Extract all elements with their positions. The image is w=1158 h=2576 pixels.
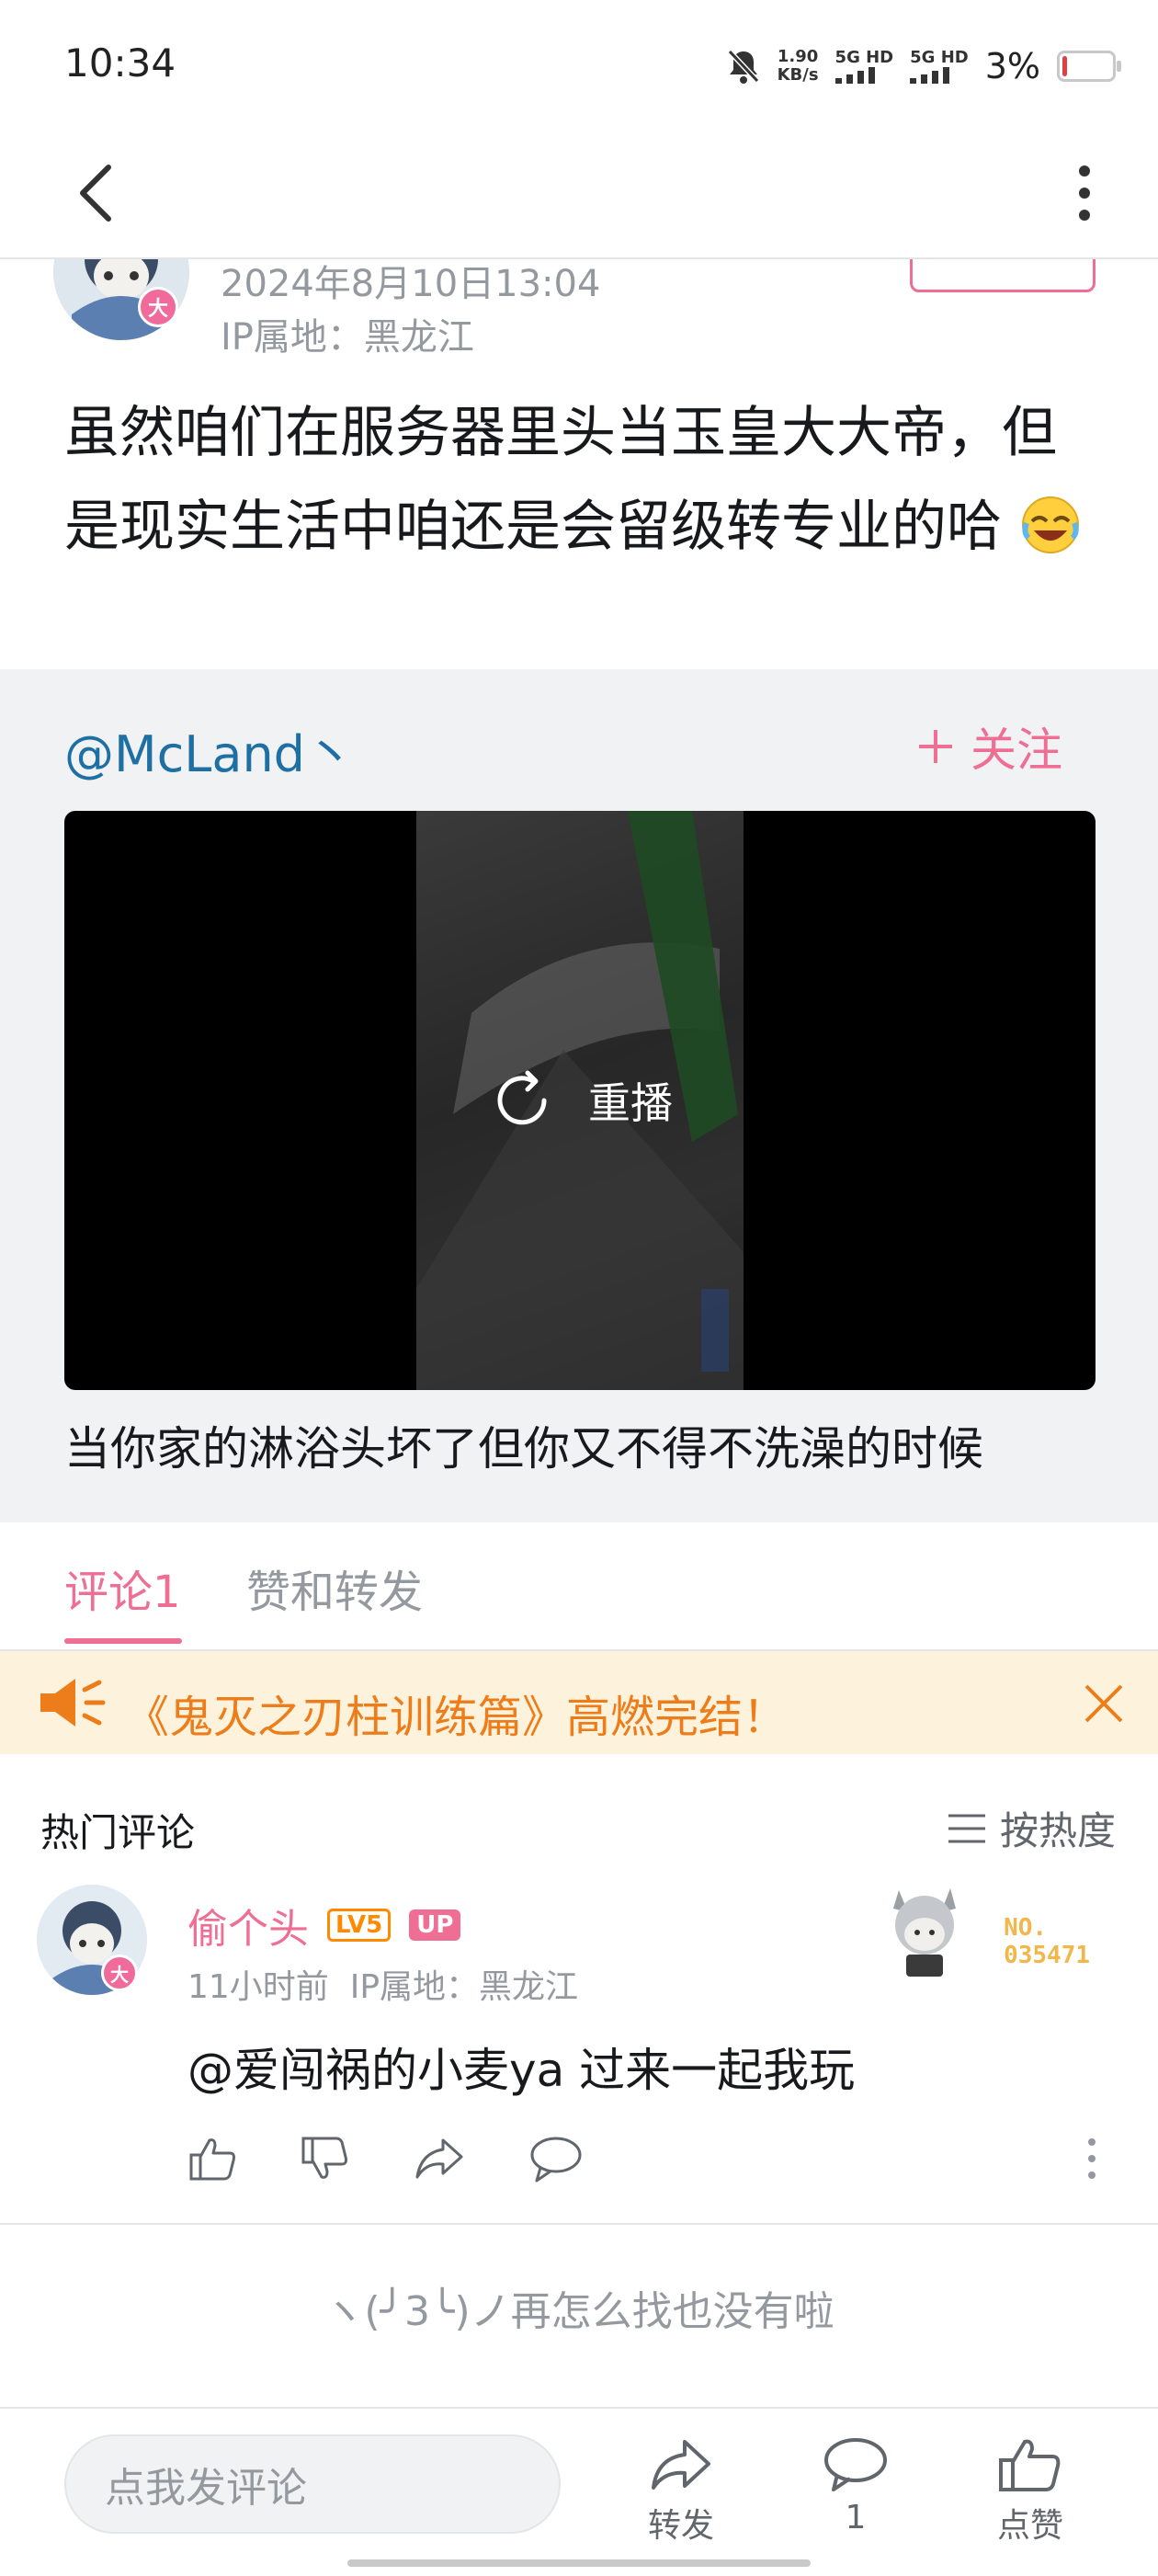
comment-dislike-button[interactable] [300,2133,351,2184]
replay-overlay[interactable]: 重播 [64,811,1096,1390]
replay-icon [497,1070,547,1125]
comment-reply-button[interactable] [529,2133,583,2184]
hot-comments-title: 热门评论 [40,1810,196,1855]
comment-like-button[interactable] [187,2133,239,2184]
fan-badge-image [880,1872,969,1982]
bottom-share-button[interactable]: 转发 [621,2436,741,2547]
up-badge: UP [409,1909,461,1941]
speech-bubble-icon [530,2137,582,2183]
status-indicators: 1.90 KB/s 5G HD 5G HD 3% [726,46,1121,86]
speaker-icon [37,1677,107,1728]
banner-close-button[interactable] [1081,1681,1127,1727]
banner-text[interactable]: 《鬼灭之刃柱训练篇》高燃完结！ [125,1681,787,1745]
fan-number: NO. 035471 [1004,1914,1090,1969]
signal-1-label: 5G HD [834,48,894,67]
top-nav-bar [0,129,1158,259]
chevron-left-icon [80,165,111,222]
tab-comments-count: 1 [153,1567,181,1618]
home-indicator [347,2559,811,2567]
sort-label: 按热度 [999,1808,1116,1853]
menu-lines-icon [948,1814,985,1842]
status-time: 10:34 [64,40,176,85]
thumbs-down-icon [301,2137,347,2179]
speech-bubble-icon [824,2438,887,2491]
follow-button[interactable]: 关注 [917,713,1062,780]
sort-button[interactable]: 按热度 [948,1800,1116,1856]
comment-share-button[interactable] [414,2133,465,2184]
close-icon [1084,1684,1123,1723]
more-vertical-icon [1079,165,1090,221]
comment-username-row: 偷个头 LV5 UP [187,1896,461,1955]
comment-text: @爱闯祸的小麦ya 过来一起我玩 [187,2044,856,2097]
divider [0,2223,1158,2225]
back-button[interactable] [64,156,138,230]
comment-input[interactable]: 点我发评论 [64,2434,561,2534]
signal-2-label: 5G HD [910,48,969,67]
tab-likes-reposts[interactable]: 赞和转发 [246,1556,423,1620]
post-ip: IP属地：黑龙江 [221,316,474,359]
share-arrow-icon [652,2440,710,2490]
comment-avatar-badge: 大 [101,1955,138,1991]
bottom-like-button[interactable]: 点赞 [971,2436,1090,2547]
comment-count: 1 [845,2499,867,2536]
thumbs-up-icon [189,2138,235,2181]
post-text-content: 虽然咱们在服务器里头当玉皇大大帝，但是现实生活中咱还是会留级转专业的哈 [64,401,1057,559]
net-speed-unit: KB/s [777,65,819,85]
follow-author-button[interactable] [910,259,1096,292]
signal-bars-icon [834,67,875,84]
post-text: 虽然咱们在服务器里头当玉皇大大帝，但是现实生活中咱还是会留级转专业的哈 [64,386,1094,574]
comment-time: 11小时前 [187,1968,329,2006]
signal-1: 5G HD [834,48,894,84]
fan-number-value: 035471 [1004,1942,1090,1969]
net-speed-value: 1.90 [777,47,819,66]
thumbs-up-icon [999,2439,1061,2491]
comment-meta: 11小时前 IP属地：黑龙江 [187,1960,578,2008]
mute-bell-icon [726,48,761,85]
repost-author-link[interactable]: @McLand丶 [64,713,355,786]
post-date: 2024年8月10日13:04 [221,263,601,305]
replay-label: 重播 [588,1078,673,1128]
laughing-crying-emoji-icon [1019,494,1082,556]
avatar-badge: 大 [138,287,178,327]
tab-comments-label: 评论 [64,1567,153,1618]
video-player[interactable]: 重播 [64,811,1096,1390]
tab-active-indicator [64,1638,182,1644]
plus-icon [919,730,952,763]
tab-comments[interactable]: 评论1 [64,1556,181,1620]
post-header: 大 2024年8月10日13:04 IP属地：黑龙江 [0,259,1158,370]
comment-ip: IP属地：黑龙江 [349,1968,579,2006]
no-more-comments: ヽ(╯3╰)ノ再怎么找也没有啦 [324,2288,834,2335]
battery-icon [1057,51,1121,82]
comment-username[interactable]: 偷个头 [187,1896,309,1955]
comment-more-button[interactable] [1081,2133,1103,2184]
like-label: 点赞 [996,2507,1063,2545]
more-vertical-icon [1088,2138,1096,2179]
signal-bars-icon [910,67,950,84]
signal-2: 5G HD [910,49,969,84]
fan-number-label: NO. [1004,1914,1048,1942]
status-bar: 10:34 1.90 KB/s 5G HD 5G HD 3% [0,0,1158,129]
share-arrow-icon [415,2138,463,2179]
follow-label: 关注 [971,724,1062,777]
more-button[interactable] [1066,156,1103,230]
level-badge: LV5 [327,1909,392,1942]
video-caption: 当你家的淋浴头坏了但你又不得不洗澡的时候 [64,1422,983,1476]
bottom-comment-button[interactable]: 1 [796,2436,915,2536]
battery-percent: 3% [984,46,1040,86]
share-label: 转发 [647,2507,714,2545]
battery-level [1062,56,1067,76]
net-speed: 1.90 KB/s [778,48,819,85]
